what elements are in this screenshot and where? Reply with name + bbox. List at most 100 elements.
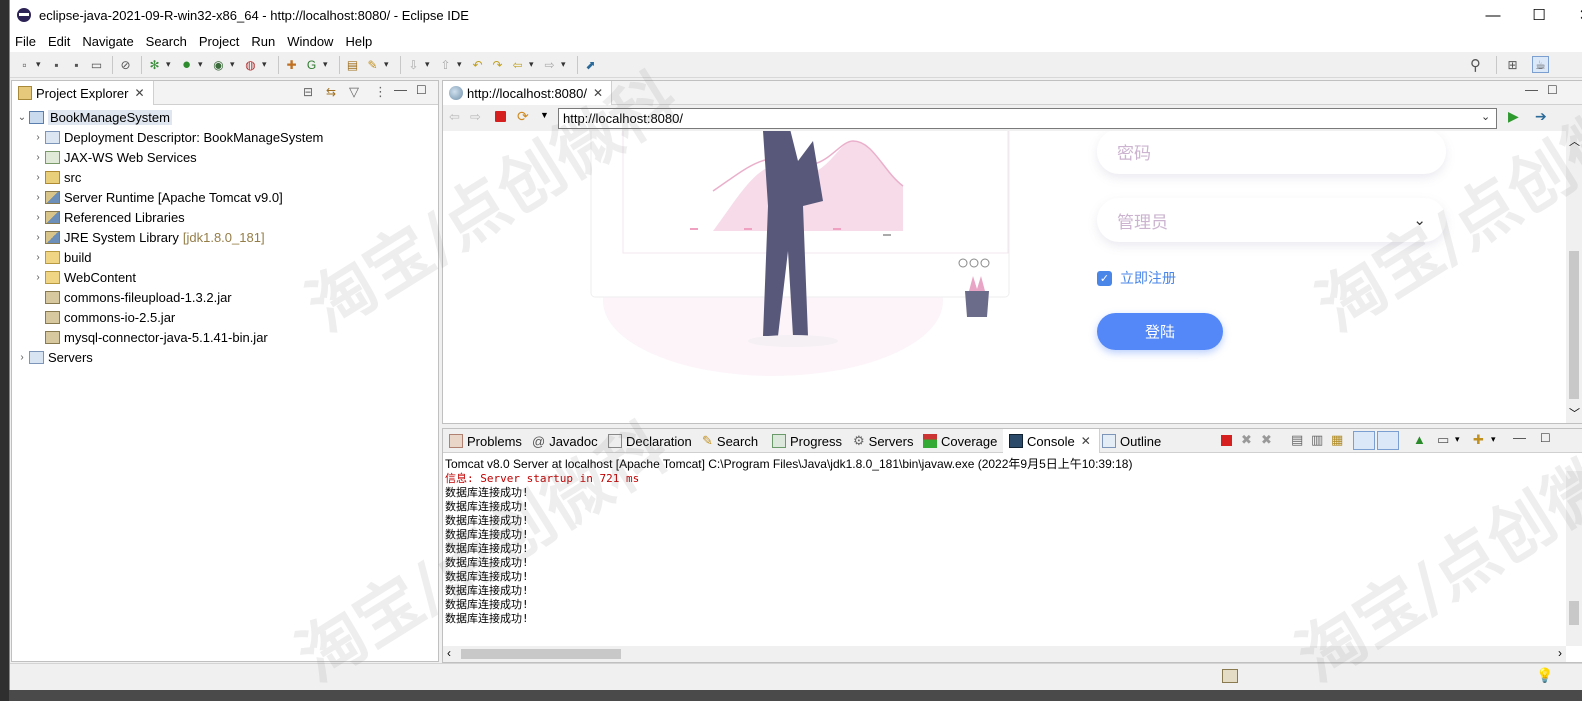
search-icon[interactable]: ⚲: [1467, 56, 1484, 74]
menu-window[interactable]: Window: [287, 34, 333, 49]
display-console-dropdown-icon[interactable]: ▾: [1455, 434, 1460, 445]
back-icon[interactable]: ⇦: [509, 56, 526, 73]
run-icon[interactable]: ●: [178, 56, 195, 73]
tree-item[interactable]: commons-fileupload-1.3.2.jar: [45, 287, 232, 307]
tree-item[interactable]: › JRE System Library [jdk1.8.0_181]: [31, 227, 264, 247]
next-annotation-dropdown-icon[interactable]: ▾: [425, 59, 433, 70]
scrollbar-thumb[interactable]: [1569, 251, 1579, 399]
external-tools-dropdown-icon[interactable]: ▾: [262, 59, 270, 70]
console-vertical-scrollbar[interactable]: [1566, 471, 1582, 646]
previous-annotation-icon[interactable]: ⇧: [437, 56, 454, 73]
tab-console[interactable]: Console ✕: [1003, 429, 1100, 453]
scroll-lock-icon[interactable]: ▥: [1311, 432, 1323, 448]
minimize-button[interactable]: —: [1470, 0, 1516, 30]
minimize-view-icon[interactable]: —: [1525, 82, 1538, 97]
external-tools-icon[interactable]: ◍: [242, 56, 259, 73]
open-perspective-icon[interactable]: ⊞: [1504, 56, 1521, 73]
register-checkbox-row[interactable]: ✓ 立即注册: [1097, 268, 1176, 288]
console-horizontal-scrollbar[interactable]: ‹ ›: [443, 646, 1566, 662]
open-external-icon[interactable]: ➔: [1535, 108, 1547, 125]
java-ee-perspective-icon[interactable]: ☕: [1532, 56, 1549, 73]
close-icon[interactable]: ✕: [1081, 434, 1091, 448]
console-output[interactable]: 信息: Server startup in 721 ms 数据库连接成功! 数据…: [443, 471, 1566, 646]
url-dropdown-icon[interactable]: ⌄: [1481, 110, 1490, 123]
tip-lightbulb-icon[interactable]: 💡: [1536, 667, 1553, 684]
new-dropdown-icon[interactable]: ▾: [36, 59, 44, 70]
forward-dropdown-icon[interactable]: ▾: [561, 59, 569, 70]
scroll-up-icon[interactable]: ︿: [1569, 133, 1580, 149]
clear-console-icon[interactable]: ▤: [1291, 432, 1303, 448]
tree-item[interactable]: › src: [31, 167, 81, 187]
run-dropdown-icon[interactable]: ▾: [198, 59, 206, 70]
debug-icon[interactable]: ✻: [146, 56, 163, 73]
close-button[interactable]: ✕: [1562, 0, 1582, 30]
skip-breakpoints-icon[interactable]: ⊘: [117, 56, 134, 73]
scroll-left-icon[interactable]: ‹: [447, 646, 451, 660]
maximize-button[interactable]: ☐: [1516, 0, 1562, 30]
terminal-icon[interactable]: ▭: [88, 56, 105, 73]
scrollbar-thumb[interactable]: [1569, 601, 1579, 625]
save-icon[interactable]: ▪: [48, 56, 65, 73]
tab-browser[interactable]: http://localhost:8080/ ✕: [443, 81, 613, 105]
last-edit-location-icon[interactable]: ↶: [469, 56, 486, 73]
forward-edit-icon[interactable]: ↷: [489, 56, 506, 73]
tab-coverage[interactable]: Coverage: [917, 429, 1005, 453]
filter-icon[interactable]: ▽: [349, 84, 359, 100]
tree-item[interactable]: › Server Runtime [Apache Tomcat v9.0]: [31, 187, 282, 207]
tab-outline[interactable]: Outline: [1096, 429, 1169, 453]
browser-scrollbar[interactable]: ︿ ﹀: [1566, 131, 1582, 423]
menu-file[interactable]: File: [15, 34, 36, 49]
tree-item[interactable]: commons-io-2.5.jar: [45, 307, 175, 327]
menu-edit[interactable]: Edit: [48, 34, 70, 49]
tree-item[interactable]: › Referenced Libraries: [31, 207, 184, 227]
show-on-stdout-icon[interactable]: [1353, 431, 1375, 450]
tab-project-explorer[interactable]: Project Explorer ✕: [12, 81, 154, 105]
view-menu-icon[interactable]: ⋮: [374, 84, 387, 100]
open-console-dropdown-icon[interactable]: ▾: [1491, 434, 1496, 445]
search-tool-icon[interactable]: ✎: [364, 56, 381, 73]
show-on-stderr-icon[interactable]: [1377, 431, 1399, 450]
open-console-icon[interactable]: ✚: [1473, 432, 1484, 448]
collapse-all-icon[interactable]: ⊟: [303, 85, 313, 99]
role-select[interactable]: 管理员 ⌄: [1097, 198, 1446, 242]
new-java-project-icon[interactable]: ✚: [283, 56, 300, 73]
new-class-dropdown-icon[interactable]: ▾: [323, 59, 331, 70]
minimize-view-icon[interactable]: —: [1513, 430, 1526, 445]
refresh-icon[interactable]: ⟳: [517, 108, 529, 125]
menu-navigate[interactable]: Navigate: [82, 34, 133, 49]
tab-javadoc[interactable]: @ Javadoc: [526, 429, 606, 453]
password-input[interactable]: 密码: [1097, 131, 1446, 174]
tree-item[interactable]: › WebContent: [31, 267, 136, 287]
menu-help[interactable]: Help: [345, 34, 372, 49]
tab-search[interactable]: ✎ Search: [696, 429, 766, 453]
terminate-icon[interactable]: [1221, 435, 1232, 446]
checkbox-checked-icon[interactable]: ✓: [1097, 270, 1112, 286]
scroll-down-icon[interactable]: ﹀: [1569, 405, 1580, 421]
tab-servers[interactable]: ⚙ Servers: [847, 429, 921, 453]
scroll-right-icon[interactable]: ›: [1558, 646, 1562, 660]
tab-problems[interactable]: Problems: [443, 429, 530, 453]
tree-root[interactable]: ⌄ BookManageSystem: [15, 107, 172, 127]
forward-icon[interactable]: ⇨: [541, 56, 558, 73]
scrollbar-thumb[interactable]: [461, 649, 621, 659]
pin-console-icon[interactable]: ▲: [1413, 432, 1426, 447]
tree-item[interactable]: › build: [31, 247, 91, 267]
status-updates-icon[interactable]: [1222, 669, 1238, 683]
word-wrap-icon[interactable]: ▦: [1331, 432, 1343, 448]
link-editor-icon[interactable]: ⇆: [326, 85, 336, 99]
remove-launch-icon[interactable]: ✖: [1241, 432, 1252, 448]
back-dropdown-icon[interactable]: ▾: [529, 59, 537, 70]
back-icon[interactable]: ⇦: [449, 109, 460, 125]
debug-dropdown-icon[interactable]: ▾: [166, 59, 174, 70]
pin-editor-icon[interactable]: ⬈: [582, 56, 599, 73]
new-class-icon[interactable]: G: [303, 56, 320, 73]
close-icon[interactable]: ✕: [593, 86, 603, 100]
login-button[interactable]: 登陆: [1097, 313, 1223, 350]
next-annotation-icon[interactable]: ⇩: [405, 56, 422, 73]
register-label[interactable]: 立即注册: [1120, 268, 1176, 288]
close-icon[interactable]: ✕: [134, 86, 144, 100]
maximize-view-icon[interactable]: ☐: [1540, 431, 1551, 445]
url-input[interactable]: http://localhost:8080/: [558, 108, 1497, 129]
new-icon[interactable]: ▫: [16, 56, 33, 73]
tab-declaration[interactable]: Declaration: [602, 429, 700, 453]
